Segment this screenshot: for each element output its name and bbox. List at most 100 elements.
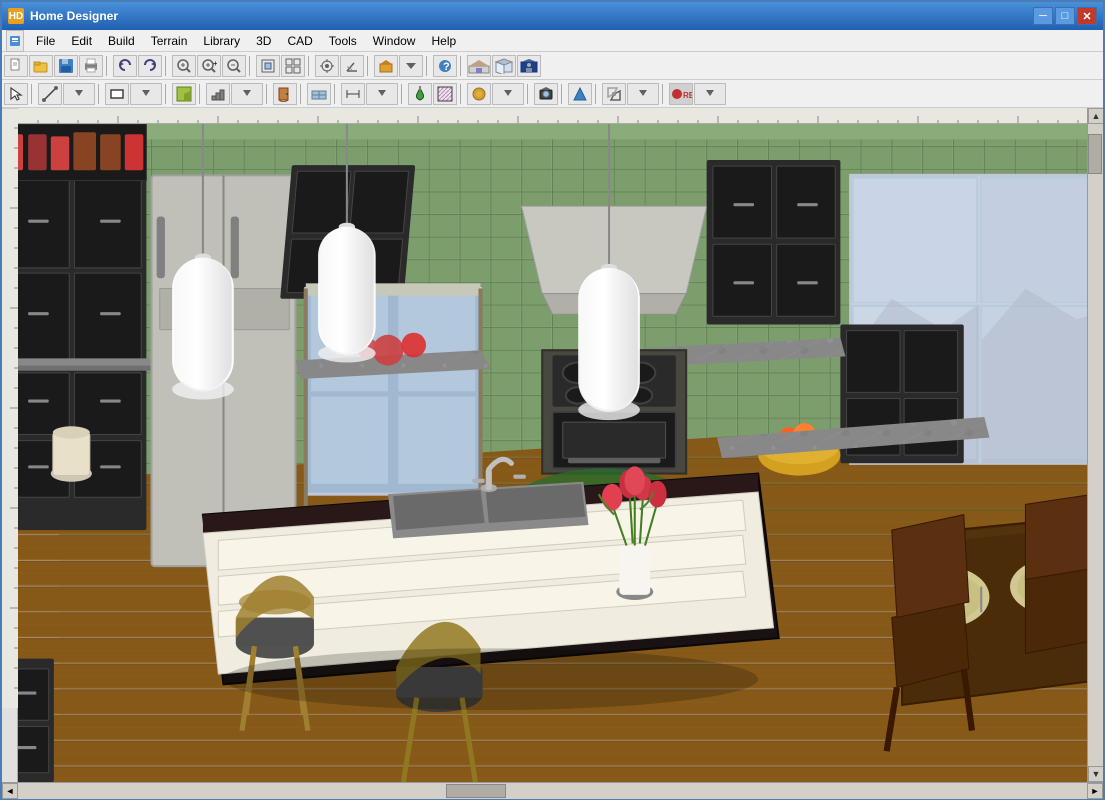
wall-tool[interactable] (105, 83, 129, 105)
sep-t2-4 (199, 84, 203, 104)
menu-edit[interactable]: Edit (63, 32, 100, 50)
window-tool[interactable] (307, 83, 331, 105)
left-ruler (2, 108, 18, 782)
move-up-button[interactable] (568, 83, 592, 105)
menu-file[interactable]: File (28, 32, 63, 50)
draw-tool[interactable] (38, 83, 62, 105)
app-icon: HD (8, 8, 24, 24)
scrollbar-thumb-h[interactable] (446, 784, 506, 798)
undo-button[interactable] (113, 55, 137, 77)
bottom-scrollbar-area: ◄ ► (2, 782, 1103, 798)
canvas-viewport[interactable] (18, 108, 1087, 782)
vertical-scrollbar: ▲ ▼ (1087, 108, 1103, 782)
title-controls: ─ □ ✕ (1033, 7, 1097, 25)
camera-walk-button[interactable] (517, 55, 541, 77)
stair-dropdown[interactable] (231, 83, 263, 105)
3d-view-button[interactable] (492, 55, 516, 77)
help-button[interactable]: ? (433, 55, 457, 77)
3d-scene[interactable] (18, 124, 1087, 782)
svg-text:REC: REC (683, 91, 692, 100)
scrollbar-thumb-v[interactable] (1088, 134, 1102, 174)
sep-t2-5 (266, 84, 270, 104)
material-dropdown[interactable] (492, 83, 524, 105)
house-view-button[interactable] (467, 55, 491, 77)
separator-7 (460, 56, 464, 76)
sep-t2-7 (334, 84, 338, 104)
sep-t2-3 (165, 84, 169, 104)
snap-button[interactable] (315, 55, 339, 77)
svg-text:?: ? (443, 61, 450, 73)
redo-button[interactable] (138, 55, 162, 77)
sep-t2-6 (300, 84, 304, 104)
sep-t2-10 (527, 84, 531, 104)
file-menu-icon[interactable] (6, 30, 24, 52)
scrollbar-track-v[interactable] (1088, 124, 1103, 766)
menu-library[interactable]: Library (195, 32, 248, 50)
open-button[interactable] (29, 55, 53, 77)
camera-tool[interactable] (534, 83, 558, 105)
scrollbar-track-h[interactable] (18, 783, 1087, 799)
view-button[interactable] (281, 55, 305, 77)
zoom-tools-button[interactable] (172, 55, 196, 77)
print-button[interactable] (79, 55, 103, 77)
menu-window[interactable]: Window (365, 32, 424, 50)
transform-dropdown[interactable] (627, 83, 659, 105)
minimize-button[interactable]: ─ (1033, 7, 1053, 25)
sep-t2-11 (561, 84, 565, 104)
menu-terrain[interactable]: Terrain (143, 32, 196, 50)
transform-tool[interactable] (602, 83, 626, 105)
separator-6 (426, 56, 430, 76)
paint-tool[interactable] (408, 83, 432, 105)
title-bar: HD Home Designer ─ □ ✕ (2, 2, 1103, 30)
window-title: Home Designer (30, 9, 1033, 23)
record-dropdown[interactable] (694, 83, 726, 105)
sep-t2-2 (98, 84, 102, 104)
canvas-area: ▲ ▼ (2, 108, 1103, 782)
toolbar-secondary: REC (2, 80, 1103, 108)
scroll-down-button[interactable]: ▼ (1088, 766, 1103, 782)
sep-t2-8 (401, 84, 405, 104)
menu-3d[interactable]: 3D (248, 32, 279, 50)
floor-tool[interactable] (172, 83, 196, 105)
toolbar-primary: + ? (2, 52, 1103, 80)
menu-build[interactable]: Build (100, 32, 143, 50)
zoom-out-button[interactable] (222, 55, 246, 77)
scroll-right-button[interactable]: ► (1087, 783, 1103, 799)
menu-bar: File Edit Build Terrain Library 3D CAD T… (2, 30, 1103, 52)
object-button[interactable] (374, 55, 398, 77)
separator-5 (367, 56, 371, 76)
material-tool[interactable] (467, 83, 491, 105)
select-tool[interactable] (4, 83, 28, 105)
door-tool[interactable] (273, 83, 297, 105)
draw-dropdown[interactable] (63, 83, 95, 105)
dimension-tool[interactable] (341, 83, 365, 105)
scroll-up-button[interactable]: ▲ (1088, 108, 1103, 124)
menu-tools[interactable]: Tools (321, 32, 365, 50)
separator-3 (249, 56, 253, 76)
sep-t2-1 (31, 84, 35, 104)
close-button[interactable]: ✕ (1077, 7, 1097, 25)
maximize-button[interactable]: □ (1055, 7, 1075, 25)
sep-t2-13 (662, 84, 666, 104)
stair-tool[interactable] (206, 83, 230, 105)
wall-dropdown[interactable] (130, 83, 162, 105)
separator-2 (165, 56, 169, 76)
record-button[interactable]: REC (669, 83, 693, 105)
texture-tool[interactable] (433, 83, 457, 105)
down-arrow-button[interactable] (399, 55, 423, 77)
separator-1 (106, 56, 110, 76)
menu-help[interactable]: Help (423, 32, 464, 50)
menu-cad[interactable]: CAD (279, 32, 320, 50)
main-window: HD Home Designer ─ □ ✕ File Edit Build T… (0, 0, 1105, 800)
zoom-in-button[interactable]: + (197, 55, 221, 77)
save-button[interactable] (54, 55, 78, 77)
new-button[interactable] (4, 55, 28, 77)
svg-text:+: + (213, 59, 217, 68)
angle-button[interactable] (340, 55, 364, 77)
scroll-left-button[interactable]: ◄ (2, 783, 18, 799)
fill-window-button[interactable] (256, 55, 280, 77)
sep-t2-9 (460, 84, 464, 104)
dimension-dropdown[interactable] (366, 83, 398, 105)
separator-4 (308, 56, 312, 76)
scene-svg (18, 124, 1087, 782)
